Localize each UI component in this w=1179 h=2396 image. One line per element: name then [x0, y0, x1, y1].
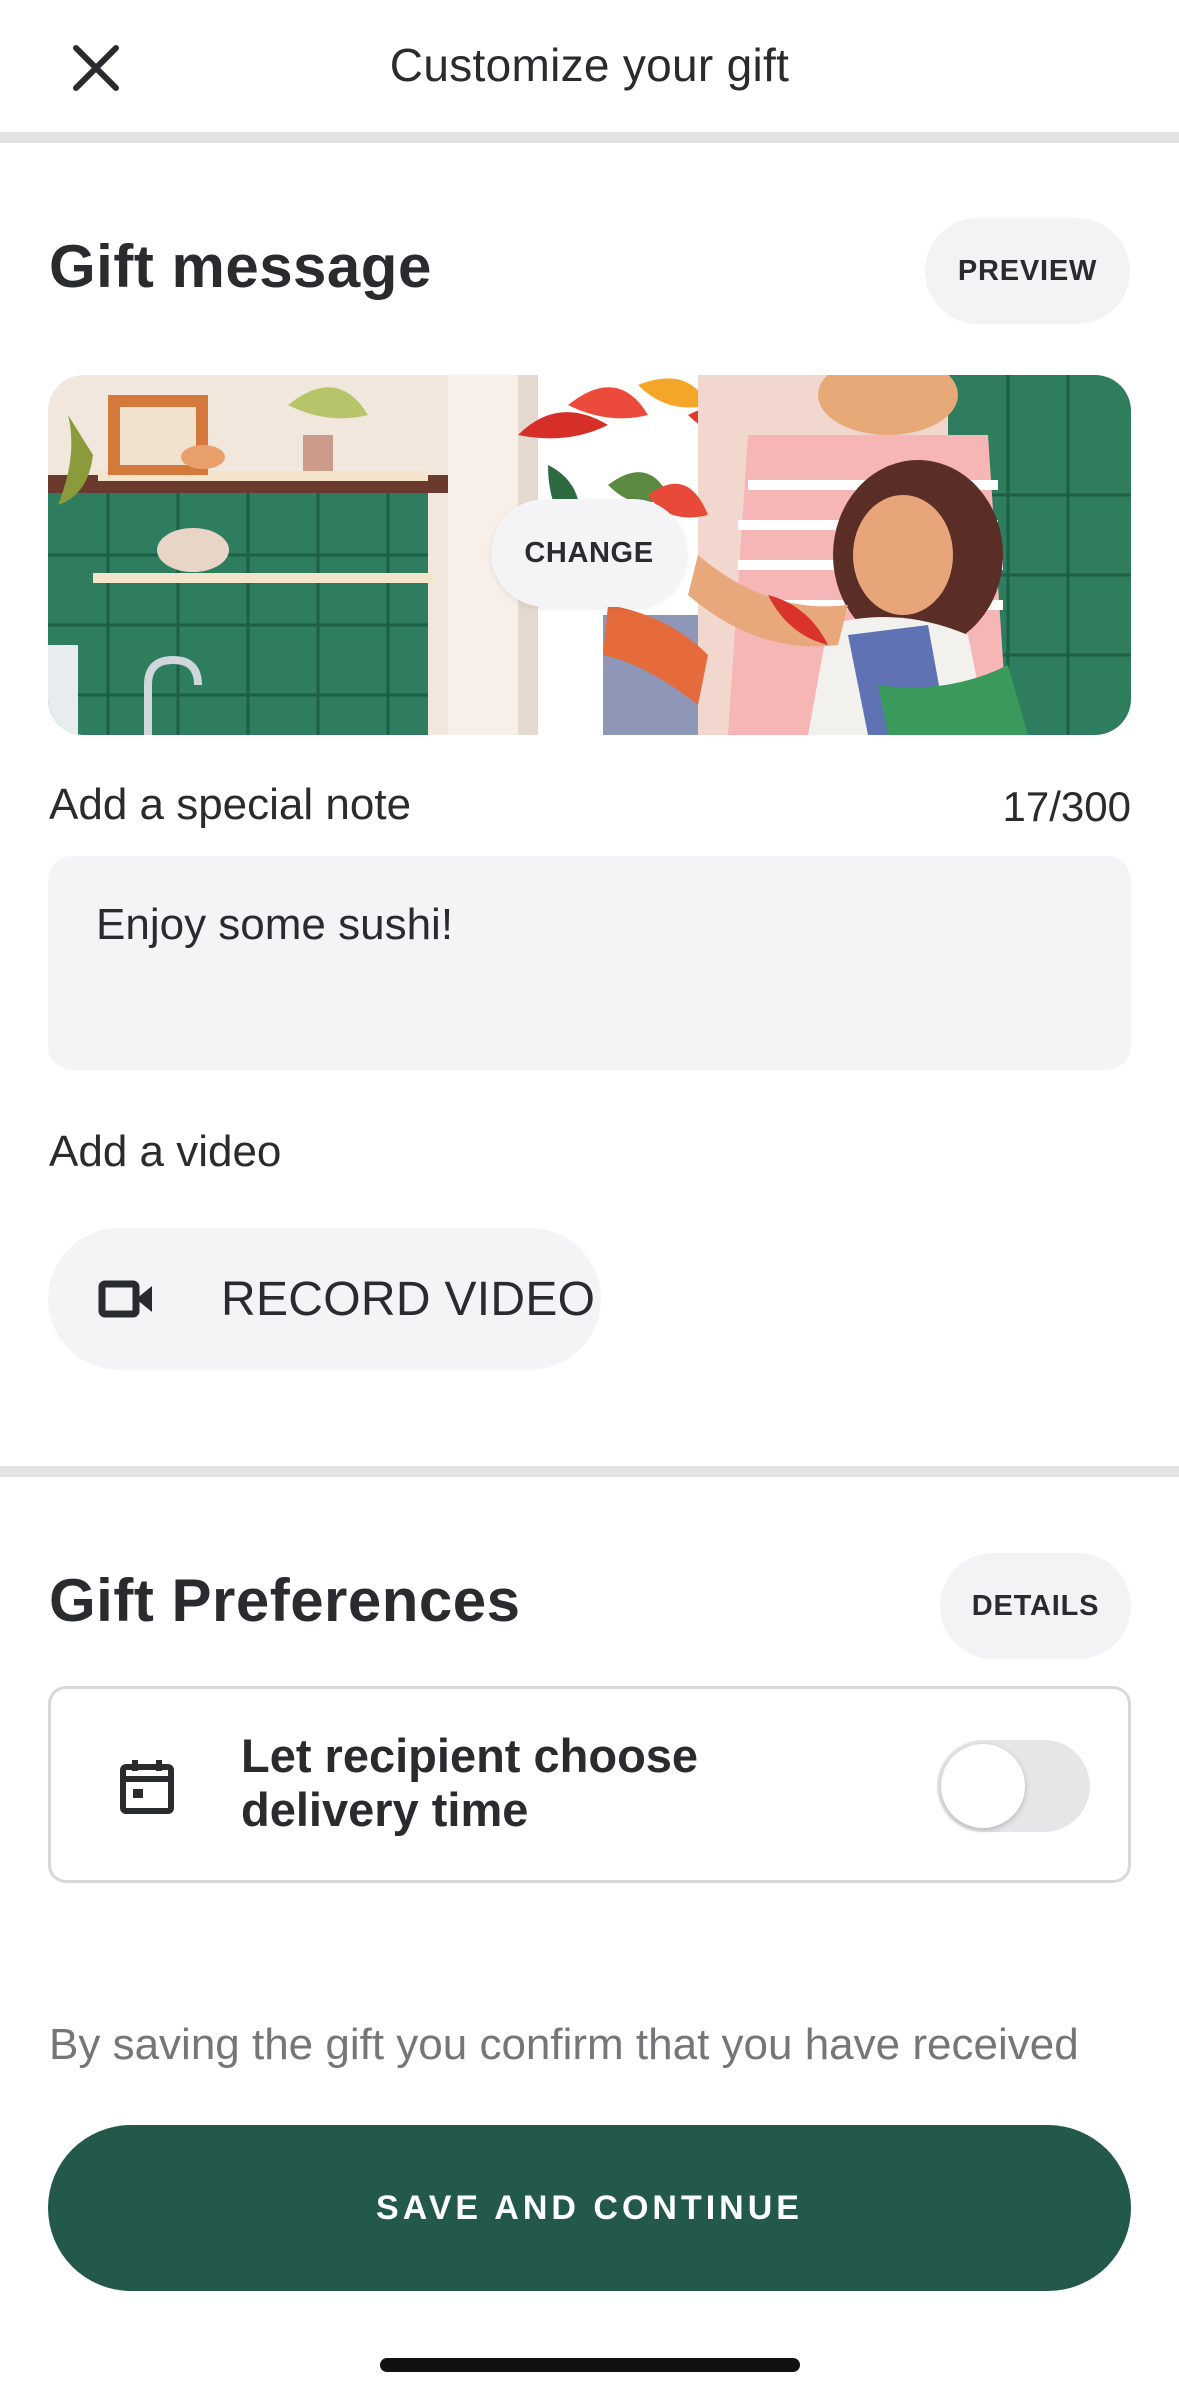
delivery-time-toggle[interactable] — [937, 1740, 1090, 1832]
details-button[interactable]: DETAILS — [940, 1553, 1131, 1659]
record-video-label: RECORD VIDEO — [221, 1273, 596, 1326]
delivery-time-option: Let recipient choose delivery time — [48, 1686, 1131, 1883]
special-note-label: Add a special note — [49, 780, 412, 829]
page-title: Customize your gift — [389, 39, 790, 91]
footer: SAVE AND CONTINUE — [0, 2076, 1179, 2396]
toggle-knob — [941, 1744, 1025, 1828]
header-divider — [0, 132, 1179, 143]
disclaimer-text: By saving the gift you confirm that you … — [49, 2020, 1079, 2069]
gift-preferences-heading: Gift Preferences — [49, 1567, 521, 1634]
gift-message-heading: Gift message — [49, 233, 432, 300]
change-card-button[interactable]: CHANGE — [491, 499, 687, 607]
video-label: Add a video — [49, 1127, 282, 1176]
preview-button[interactable]: PREVIEW — [925, 218, 1130, 324]
special-note-input[interactable]: Enjoy some sushi! — [48, 856, 1131, 1070]
record-video-button[interactable]: RECORD VIDEO — [48, 1228, 601, 1370]
home-indicator — [380, 2358, 800, 2372]
top-bar: Customize your gift — [0, 0, 1179, 132]
delivery-time-label: Let recipient choose delivery time — [241, 1729, 699, 1836]
section-divider — [0, 1466, 1179, 1477]
save-and-continue-button[interactable]: SAVE AND CONTINUE — [48, 2125, 1131, 2291]
special-note-value[interactable]: Enjoy some sushi! — [96, 900, 453, 950]
video-camera-icon — [98, 1280, 152, 1318]
calendar-icon — [120, 1760, 174, 1814]
character-counter: 17/300 — [1002, 783, 1131, 830]
